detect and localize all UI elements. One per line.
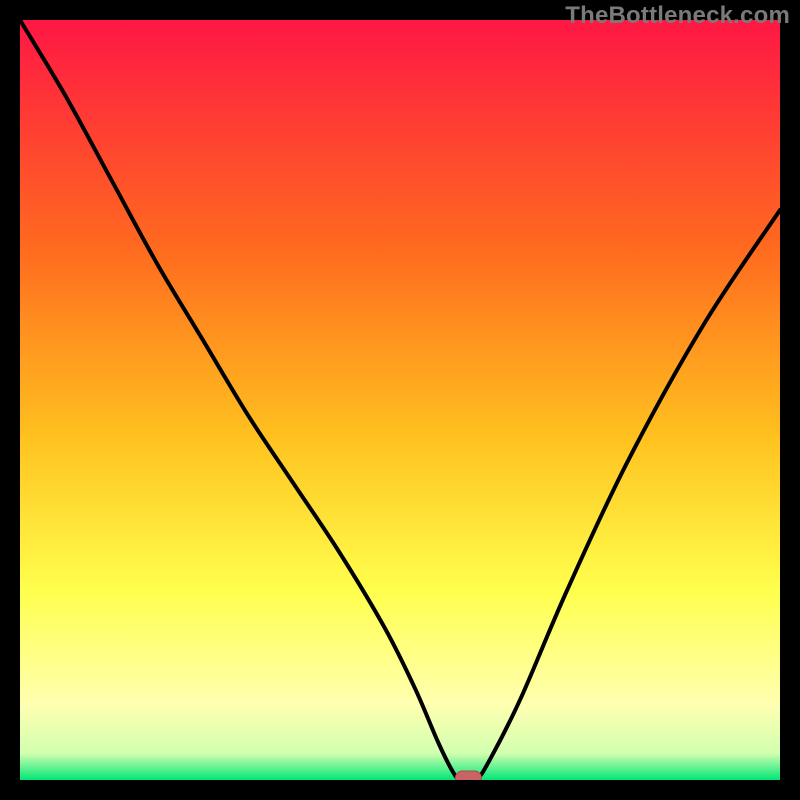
- watermark-text: TheBottleneck.com: [565, 2, 790, 30]
- gradient-background: [20, 20, 780, 780]
- chart-svg: [20, 20, 780, 780]
- chart-frame: TheBottleneck.com: [0, 0, 800, 800]
- optimal-point-marker: [455, 771, 481, 780]
- plot-area: [20, 20, 780, 780]
